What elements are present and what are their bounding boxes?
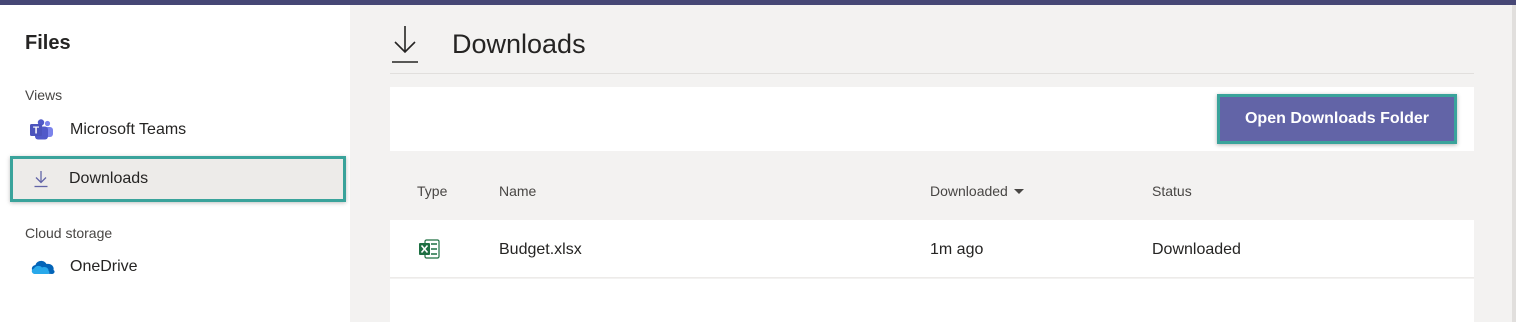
onedrive-cloud-icon	[14, 258, 70, 276]
downloads-toolbar: Open Downloads Folder	[390, 87, 1474, 151]
cloud-storage-section-label: Cloud storage	[25, 225, 113, 241]
table-header: Type Name Downloaded Status	[390, 171, 1474, 211]
sort-descending-icon	[1013, 189, 1024, 194]
column-header-label: Downloaded	[930, 183, 1008, 199]
sidebar-item-label: Downloads	[69, 170, 149, 187]
scroll-edge	[1512, 5, 1516, 322]
files-sidebar: Files Views T Microsoft Teams Downloads …	[0, 5, 350, 322]
sidebar-item-downloads[interactable]: Downloads	[10, 156, 346, 202]
downloads-main-pane: Downloads Open Downloads Folder Type Nam…	[350, 5, 1512, 322]
column-header-name[interactable]: Name	[499, 183, 536, 199]
download-status: Downloaded	[1152, 241, 1241, 258]
page-title: Downloads	[452, 29, 586, 59]
sidebar-title: Files	[25, 32, 71, 54]
sidebar-item-label: Microsoft Teams	[70, 121, 187, 138]
excel-icon	[418, 239, 440, 264]
page-header: Downloads	[390, 22, 1474, 74]
empty-list-area	[390, 279, 1474, 322]
table-row[interactable]: Budget.xlsx 1m ago Downloaded	[390, 220, 1474, 278]
download-arrow-icon	[390, 22, 432, 66]
sidebar-item-onedrive[interactable]: OneDrive	[14, 245, 344, 289]
download-arrow-icon	[13, 170, 69, 188]
downloaded-time: 1m ago	[930, 241, 984, 258]
column-header-downloaded[interactable]: Downloaded	[930, 183, 1024, 199]
open-downloads-folder-button[interactable]: Open Downloads Folder	[1217, 94, 1457, 144]
svg-text:T: T	[33, 126, 39, 137]
sidebar-item-label: OneDrive	[70, 258, 138, 275]
teams-icon: T	[14, 119, 70, 141]
column-header-status[interactable]: Status	[1152, 183, 1192, 199]
column-header-type[interactable]: Type	[417, 183, 447, 199]
views-section-label: Views	[25, 87, 63, 103]
sidebar-item-microsoft-teams[interactable]: T Microsoft Teams	[14, 108, 344, 152]
file-name: Budget.xlsx	[499, 241, 582, 258]
